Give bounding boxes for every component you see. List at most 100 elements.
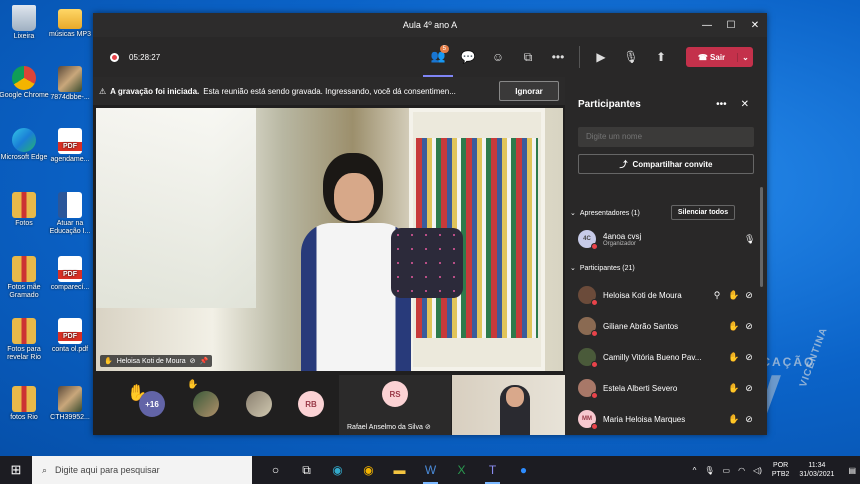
- share-invite-button[interactable]: ⤴ Compartilhar convite: [578, 154, 754, 174]
- desktop-icon-label: agendame...: [50, 156, 90, 163]
- chrome-icon: ◉: [363, 463, 374, 477]
- more-actions-button[interactable]: •••: [543, 37, 573, 77]
- more-participants-avatar[interactable]: +16: [139, 391, 165, 417]
- desktop-icon[interactable]: agendame...: [42, 128, 98, 164]
- wifi-icon[interactable]: ◠: [738, 466, 745, 475]
- presenter-role: Organizador: [603, 240, 637, 247]
- chevron-up-icon[interactable]: ^: [693, 466, 697, 475]
- clock-date: 31/03/2021: [799, 471, 835, 478]
- participants-section-header[interactable]: ⌄ Participantes (21): [570, 264, 635, 273]
- participant-tile[interactable]: RS Rafael Anselmo da Silva ⊘: [339, 375, 451, 435]
- mic-off-icon: ⊘: [745, 351, 753, 362]
- share-screen-button[interactable]: ⬆: [646, 37, 676, 77]
- clock[interactable]: 11:34 31/03/2021: [799, 461, 834, 479]
- desktop-icon[interactable]: comparecí...: [42, 256, 98, 292]
- notifications-icon[interactable]: ▤: [848, 466, 856, 475]
- ignore-button[interactable]: Ignorar: [499, 81, 559, 101]
- chevron-down-icon[interactable]: ⌄: [737, 52, 753, 62]
- explorer-taskbar[interactable]: ▬: [384, 456, 415, 484]
- participant-row[interactable]: Camilly Vitória Bueno Pav... ✋ ⊘: [578, 343, 754, 371]
- teams-taskbar[interactable]: T: [477, 456, 508, 484]
- chevron-down-icon: ⌄: [570, 265, 576, 272]
- participant-avatar[interactable]: [246, 391, 272, 417]
- taskbar-search[interactable]: ⌕ Digite aqui para pesquisar: [32, 456, 252, 484]
- excel-taskbar[interactable]: X: [446, 456, 477, 484]
- start-button[interactable]: ⊞: [0, 456, 32, 484]
- mic-button[interactable]: 🎙: [616, 37, 646, 77]
- participant-avatar-rb[interactable]: RB: [298, 391, 324, 417]
- toolbar-divider: [579, 46, 580, 68]
- desktop-icon-label: Atuar na Educação I...: [49, 220, 91, 235]
- word-taskbar[interactable]: W: [415, 456, 446, 484]
- window-title: Aula 4º ano A: [402, 20, 458, 30]
- participant-avatar[interactable]: [193, 391, 219, 417]
- pdf-icon: [58, 128, 82, 154]
- meeting-toolbar: 05:28:27 👥 5 💬 ☺ ⧉ ••• ▶ 🎙 ⬆ ☎ Sair ⌄: [93, 37, 767, 77]
- participant-row[interactable]: Estela Alberti Severo ✋ ⊘: [578, 374, 754, 402]
- presenter-row[interactable]: 4C 4anoa cvsj Organizador 🎙: [578, 225, 755, 253]
- participant-row[interactable]: MM Maria Heloisa Marques ✋ ⊘: [578, 405, 754, 433]
- pin-icon: 📌: [199, 358, 209, 365]
- show-participants-button[interactable]: 👥 5: [423, 37, 453, 77]
- more-icon: •••: [551, 50, 565, 64]
- share-icon: ⤴: [619, 159, 628, 169]
- desktop-icon-label: 7874dbbe-...: [50, 94, 90, 101]
- raised-hand-icon: ✋: [104, 358, 113, 365]
- language-indicator[interactable]: POR PTB2: [772, 461, 790, 479]
- windows-icon: ⊞: [10, 462, 22, 477]
- more-icon[interactable]: •••: [716, 99, 727, 110]
- camera-button[interactable]: ▶: [586, 37, 616, 77]
- network-icon[interactable]: ▭: [723, 466, 731, 475]
- main-video: ✋ Heloisa Koti de Moura ⊘ 📌: [96, 108, 563, 371]
- mic-icon[interactable]: 🎙: [704, 466, 714, 475]
- raised-hand-icon: ✋: [187, 379, 199, 389]
- bin-icon: [12, 5, 36, 31]
- minimize-button[interactable]: —: [695, 13, 719, 37]
- volume-icon[interactable]: ◁): [753, 466, 762, 475]
- word-icon: W: [424, 463, 437, 477]
- leave-button[interactable]: ☎ Sair ⌄: [686, 47, 753, 67]
- folder-icon: [58, 9, 82, 29]
- edge-taskbar[interactable]: ◉: [322, 456, 353, 484]
- close-button[interactable]: ✕: [743, 13, 767, 37]
- warning-icon: ⚠: [99, 86, 107, 96]
- mic-off-icon: ⊘: [745, 289, 753, 300]
- zip-icon: [12, 386, 36, 412]
- mute-all-button[interactable]: Silenciar todos: [671, 205, 735, 220]
- share-screen-icon: ⬆: [655, 50, 667, 64]
- panel-title: Participantes: [578, 99, 641, 110]
- maximize-button[interactable]: ☐: [719, 13, 743, 37]
- participant-row[interactable]: Heloisa Koti de Moura ⚲ ✋ ⊘: [578, 281, 754, 309]
- desktop-icon[interactable]: conta ol.pdf: [42, 318, 98, 354]
- clock-time: 11:34: [808, 462, 826, 469]
- task-view-icon: ⧉: [302, 462, 311, 477]
- self-video[interactable]: [452, 375, 565, 435]
- participant-row[interactable]: Giliane Abrão Santos ✋ ⊘: [578, 312, 754, 340]
- participant-avatar: [578, 379, 598, 399]
- close-icon[interactable]: ✕: [741, 99, 749, 110]
- chrome-taskbar[interactable]: ◉: [353, 456, 384, 484]
- participant-avatar: MM: [578, 410, 598, 430]
- zoom-taskbar[interactable]: ●: [508, 456, 539, 484]
- reactions-button[interactable]: ☺: [483, 37, 513, 77]
- show-chat-button[interactable]: 💬: [453, 37, 483, 77]
- cortana-button[interactable]: ○: [260, 456, 291, 484]
- participant-name: Maria Heloisa Marques: [603, 414, 686, 424]
- task-view-button[interactable]: ⧉: [291, 456, 322, 484]
- desktop-icon-label: comparecí...: [50, 284, 90, 291]
- desktop-icon[interactable]: 7874dbbe-...: [42, 66, 98, 102]
- pin-icon: ⚲: [713, 289, 721, 300]
- notice-title: A gravação foi iniciada.: [110, 86, 200, 96]
- presenters-section-header[interactable]: ⌄ Apresentadores (1): [570, 209, 640, 218]
- zoom-icon: ●: [519, 463, 528, 477]
- reactions-icon: ☺: [491, 50, 505, 64]
- desktop-icon[interactable]: Atuar na Educação I...: [42, 192, 98, 236]
- desktop-icon[interactable]: músicas MP3: [42, 5, 98, 39]
- speaker-name: Heloisa Koti de Moura: [116, 357, 186, 365]
- participants-header: Participantes (21): [579, 264, 635, 272]
- participant-search-input[interactable]: [578, 127, 754, 147]
- hand-icon: ✋: [728, 351, 740, 362]
- desktop-icon[interactable]: CTH39952...: [42, 386, 98, 422]
- panel-scrollbar[interactable]: [760, 187, 763, 287]
- breakout-rooms-button[interactable]: ⧉: [513, 37, 543, 77]
